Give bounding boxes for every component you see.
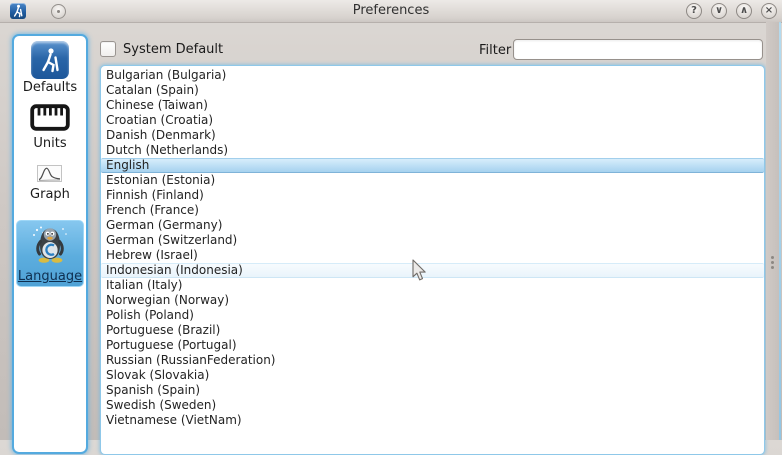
vertical-scrollbar[interactable] — [766, 22, 779, 440]
filter-label: Filter — [479, 43, 511, 58]
language-list-item[interactable]: German (Switzerland) — [101, 233, 764, 248]
unshade-icon: ∧ — [740, 5, 748, 16]
language-list-item[interactable]: Portuguese (Brazil) — [101, 323, 764, 338]
system-default-checkbox[interactable] — [100, 41, 116, 57]
language-list-item[interactable]: French (France) — [101, 203, 764, 218]
sidebar-item-label: Defaults — [23, 80, 77, 95]
language-list-item[interactable]: Swedish (Sweden) — [101, 398, 764, 413]
language-list-item[interactable]: Vietnamese (VietNam) — [101, 413, 764, 428]
close-button[interactable]: × — [761, 3, 777, 19]
language-list-item[interactable]: Polish (Poland) — [101, 308, 764, 323]
language-list-item[interactable]: Finnish (Finland) — [101, 188, 764, 203]
language-list-item[interactable]: Norwegian (Norway) — [101, 293, 764, 308]
filter-input[interactable] — [513, 39, 763, 60]
titlebar: Preferences ? ∨ ∧ × — [0, 0, 782, 23]
shade-button[interactable]: ∨ — [711, 3, 727, 19]
preferences-sidebar: Defaults Units Graph — [12, 34, 88, 454]
hiker-icon — [31, 41, 69, 79]
language-list-item[interactable]: Catalan (Spain) — [101, 83, 764, 98]
sidebar-item-label: Graph — [30, 187, 70, 202]
titlebar-buttons: ? ∨ ∧ × — [686, 3, 777, 19]
scrollbar-grip-icon — [771, 256, 774, 259]
language-list-item[interactable]: German (Germany) — [101, 218, 764, 233]
window-edge-highlight — [779, 22, 781, 440]
language-list-item[interactable]: Russian (RussianFederation) — [101, 353, 764, 368]
system-default-label[interactable]: System Default — [123, 42, 223, 57]
penguin-icon — [29, 224, 71, 268]
language-list-item[interactable]: Dutch (Netherlands) — [101, 143, 764, 158]
ruler-icon — [30, 104, 70, 135]
language-list-item[interactable]: Portuguese (Portugal) — [101, 338, 764, 353]
language-list-item[interactable]: Bulgarian (Bulgaria) — [101, 68, 764, 83]
maximize-button[interactable]: ∧ — [736, 3, 752, 19]
language-list-item[interactable]: Estonian (Estonia) — [101, 173, 764, 188]
sidebar-item-label: Units — [33, 136, 66, 151]
graph-icon — [37, 165, 62, 186]
language-list-item[interactable]: Hebrew (Israel) — [101, 248, 764, 263]
sidebar-item-language[interactable]: Language — [16, 220, 84, 287]
sidebar-item-label: Language — [18, 269, 82, 284]
language-list-item[interactable]: Danish (Denmark) — [101, 128, 764, 143]
sidebar-item-defaults[interactable]: Defaults — [23, 41, 77, 95]
language-list-item[interactable]: Spanish (Spain) — [101, 383, 764, 398]
shade-icon: ∨ — [715, 5, 723, 16]
close-icon: × — [765, 5, 773, 16]
window-title: Preferences — [0, 0, 782, 22]
language-list-item[interactable]: Croatian (Croatia) — [101, 113, 764, 128]
help-icon: ? — [691, 5, 697, 16]
language-list-item[interactable]: Slovak (Slovakia) — [101, 368, 764, 383]
help-button[interactable]: ? — [686, 3, 702, 19]
language-list[interactable]: Bulgarian (Bulgaria)Catalan (Spain)Chine… — [100, 65, 765, 455]
language-list-item[interactable]: Italian (Italy) — [101, 278, 764, 293]
language-list-item[interactable]: English — [101, 158, 764, 173]
sidebar-item-graph[interactable]: Graph — [30, 165, 70, 202]
language-list-item[interactable]: Indonesian (Indonesia) — [101, 263, 764, 278]
language-list-item[interactable]: Chinese (Taiwan) — [101, 98, 764, 113]
sidebar-item-units[interactable]: Units — [30, 104, 70, 151]
